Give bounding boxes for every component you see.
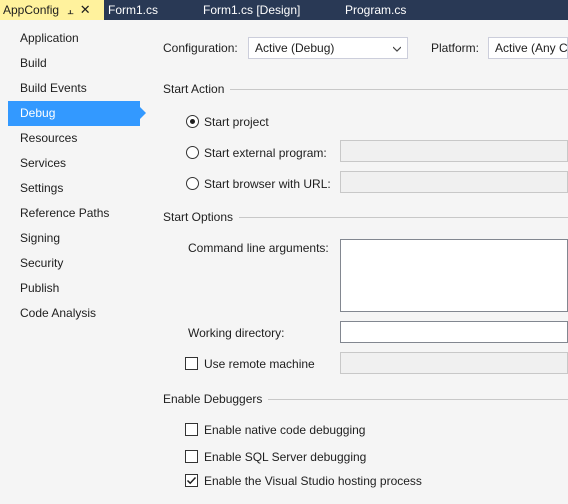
tab-appconfig[interactable]: AppConfig ⫠ ✕	[0, 0, 104, 20]
nav-item-publish[interactable]: Publish	[8, 276, 140, 301]
working-directory-label: Working directory:	[188, 326, 285, 340]
nav-item-application[interactable]: Application	[8, 26, 140, 51]
tab-form1-design[interactable]: Form1.cs [Design]	[203, 0, 300, 20]
remote-machine-input[interactable]	[340, 352, 568, 374]
configuration-label: Configuration:	[163, 41, 238, 55]
browser-url-input[interactable]	[340, 171, 568, 193]
start-external-label: Start external program:	[204, 146, 327, 160]
external-program-input[interactable]	[340, 140, 568, 162]
nav-item-security[interactable]: Security	[8, 251, 140, 276]
configuration-dropdown[interactable]: Active (Debug)	[248, 37, 408, 59]
configuration-value: Active (Debug)	[255, 41, 335, 55]
start-browser-radio[interactable]	[186, 177, 199, 190]
start-external-radio[interactable]	[186, 146, 199, 159]
native-debugging-label: Enable native code debugging	[204, 423, 366, 437]
project-properties-nav: Application Build Build Events Debug Res…	[0, 20, 146, 504]
nav-item-settings[interactable]: Settings	[8, 176, 140, 201]
remote-machine-label: Use remote machine	[204, 357, 315, 371]
pin-icon[interactable]: ⫠	[67, 1, 74, 21]
remote-machine-checkbox[interactable]	[185, 357, 198, 370]
command-line-args-label: Command line arguments:	[188, 241, 329, 255]
tab-label: AppConfig	[3, 3, 60, 17]
chevron-down-icon	[393, 46, 401, 52]
start-project-label: Start project	[204, 115, 269, 129]
debug-settings-panel: Configuration: Active (Debug) Platform: …	[146, 20, 568, 504]
platform-dropdown[interactable]: Active (Any CPU)	[488, 37, 568, 59]
sql-debugging-checkbox[interactable]	[185, 450, 198, 463]
vshost-process-label: Enable the Visual Studio hosting process	[204, 474, 422, 488]
checkmark-icon	[186, 476, 197, 485]
tab-label: Form1.cs [Design]	[203, 3, 301, 17]
nav-item-build[interactable]: Build	[8, 51, 140, 76]
native-debugging-checkbox[interactable]	[185, 423, 198, 436]
nav-item-services[interactable]: Services	[8, 151, 140, 176]
start-action-heading: Start Action	[163, 82, 231, 96]
start-browser-label: Start browser with URL:	[204, 177, 331, 191]
tab-program-cs[interactable]: Program.cs	[345, 0, 406, 20]
nav-item-build-events[interactable]: Build Events	[8, 76, 140, 101]
start-options-heading: Start Options	[163, 210, 240, 224]
platform-label: Platform:	[431, 41, 480, 55]
start-project-radio[interactable]	[186, 115, 199, 128]
enable-debuggers-heading: Enable Debuggers	[163, 392, 269, 406]
working-directory-input[interactable]	[340, 321, 568, 343]
tab-label: Program.cs	[345, 3, 407, 17]
command-line-args-textarea[interactable]	[340, 239, 568, 312]
sql-debugging-label: Enable SQL Server debugging	[204, 450, 367, 464]
tab-label: Form1.cs	[108, 3, 159, 17]
nav-item-signing[interactable]: Signing	[8, 226, 140, 251]
nav-item-resources[interactable]: Resources	[8, 126, 140, 151]
close-icon[interactable]: ✕	[80, 0, 91, 20]
tab-form1-cs[interactable]: Form1.cs	[108, 0, 158, 20]
nav-item-code-analysis[interactable]: Code Analysis	[8, 301, 140, 326]
document-tab-bar: AppConfig ⫠ ✕ Form1.cs Form1.cs [Design] P…	[0, 0, 568, 20]
nav-item-reference-paths[interactable]: Reference Paths	[8, 201, 140, 226]
nav-item-debug[interactable]: Debug	[8, 101, 140, 126]
vshost-process-checkbox[interactable]	[185, 474, 198, 487]
platform-value: Active (Any CPU)	[495, 41, 568, 55]
